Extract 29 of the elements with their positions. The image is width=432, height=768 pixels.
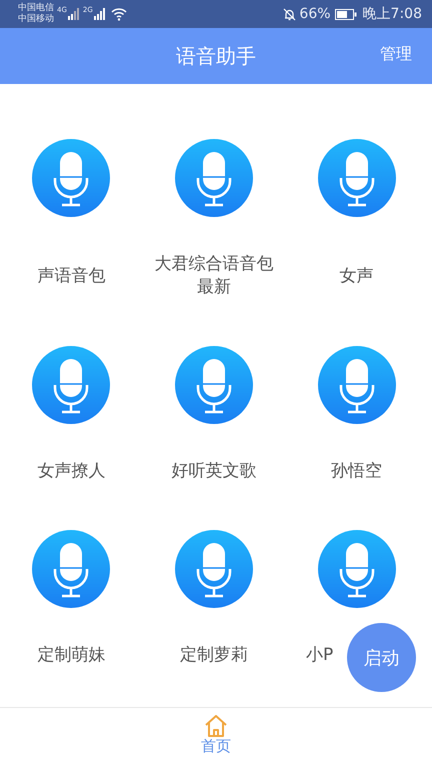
- microphone-icon: [32, 530, 110, 608]
- battery-percent: 66%: [299, 6, 331, 22]
- voice-pack-name[interactable]: 女声: [340, 264, 374, 288]
- muted-bell-icon: [283, 8, 296, 20]
- battery-icon: [334, 8, 357, 20]
- carrier-label: 中国电信: [18, 3, 54, 14]
- microphone-icon: [318, 346, 396, 424]
- voice-pack-name[interactable]: 好听英文歌: [171, 460, 256, 483]
- voice-pack-name[interactable]: 定制萝莉: [180, 644, 248, 667]
- microphone-icon: [318, 139, 396, 217]
- signal-icon: [68, 8, 80, 20]
- voice-pack-name[interactable]: 大君综合语音包最新: [152, 253, 276, 299]
- voice-pack-name[interactable]: 小P: [306, 644, 334, 667]
- microphone-icon: [318, 530, 396, 608]
- voice-pack-name[interactable]: 女声撩人: [37, 460, 106, 483]
- wifi-icon: [110, 8, 127, 20]
- voice-pack-name[interactable]: 定制萌妹: [37, 644, 106, 667]
- microphone-icon: [174, 346, 253, 424]
- microphone-icon: [32, 346, 110, 424]
- voice-pack-name[interactable]: 声语音包: [37, 264, 106, 288]
- signal-icon: [94, 8, 106, 20]
- microphone-icon: [174, 530, 253, 608]
- voice-pack-name[interactable]: 孙悟空: [331, 460, 382, 483]
- microphone-icon: [174, 139, 253, 217]
- carrier-label: 中国移动: [18, 14, 54, 25]
- home-icon: [204, 715, 228, 737]
- page-title: 语音助手: [176, 42, 256, 70]
- microphone-icon: [32, 139, 110, 217]
- clock-time: 晚上7:08: [362, 5, 422, 23]
